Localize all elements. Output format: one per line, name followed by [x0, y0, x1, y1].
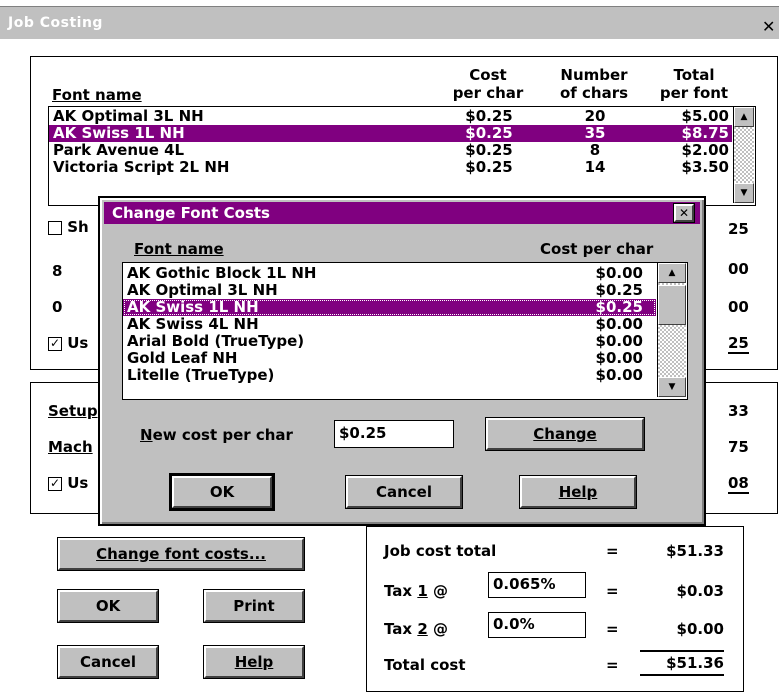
- change-font-costs-dialog: Change Font Costs ✕ Font name Cost per c…: [98, 196, 706, 526]
- list-item[interactable]: AK Gothic Block 1L NH $0.00: [123, 265, 656, 282]
- equals-sign: =: [606, 620, 619, 638]
- partial-value: 00: [728, 260, 749, 278]
- dialog-list-scrollbar[interactable]: ▲ ▼: [657, 263, 686, 397]
- col-header-cost: Cost per char: [452, 66, 524, 102]
- setup-label: Setup: [48, 402, 98, 420]
- total-cost-label: Total cost: [384, 656, 466, 674]
- cancel-button[interactable]: Cancel: [58, 646, 158, 678]
- tax1-rate-field[interactable]: 0.065%: [488, 572, 586, 598]
- list-item[interactable]: AK Swiss 4L NH $0.00: [123, 316, 656, 333]
- window-titlebar: Job Costing ✕: [0, 6, 779, 39]
- font-list[interactable]: AK Optimal 3L NH $0.25 20 $5.00 AK Swiss…: [48, 106, 756, 206]
- scroll-up-icon[interactable]: ▲: [734, 107, 754, 127]
- print-button[interactable]: Print: [204, 590, 304, 622]
- partial-value: 08: [728, 474, 749, 494]
- partial-value: 25: [728, 334, 749, 354]
- scroll-down-icon[interactable]: ▼: [658, 377, 686, 397]
- partial-value: 75: [728, 438, 749, 456]
- total-cost-value: $51.36: [640, 650, 724, 676]
- dialog-title: Change Font Costs: [112, 204, 270, 222]
- font-list-scrollbar[interactable]: ▲ ▼: [733, 107, 754, 203]
- partial-value: 25: [728, 220, 749, 238]
- tax1-value: $0.03: [676, 582, 724, 600]
- job-cost-total-label: Job cost total: [384, 542, 497, 560]
- list-item-selected[interactable]: AK Swiss 1L NH $0.25: [123, 299, 656, 316]
- list-item[interactable]: Arial Bold (TrueType) $0.00: [123, 333, 656, 350]
- table-row[interactable]: AK Optimal 3L NH $0.25 20 $5.00: [49, 108, 732, 125]
- new-cost-label: New cost per char: [140, 426, 293, 444]
- tax1-label: Tax 1 @: [384, 582, 448, 600]
- ok-button[interactable]: OK: [58, 590, 158, 622]
- equals-sign: =: [606, 656, 619, 674]
- change-button[interactable]: Change: [486, 418, 644, 450]
- close-icon[interactable]: ✕: [674, 204, 694, 222]
- equals-sign: =: [606, 582, 619, 600]
- change-font-costs-button[interactable]: Change font costs...: [58, 538, 304, 570]
- scroll-down-icon[interactable]: ▼: [734, 183, 754, 203]
- new-cost-input[interactable]: $0.25: [334, 420, 454, 448]
- table-row-selected[interactable]: AK Swiss 1L NH $0.25 35 $8.75: [49, 125, 732, 142]
- col-header-chars: Number of chars: [559, 66, 629, 102]
- dialog-titlebar: Change Font Costs ✕: [104, 202, 700, 224]
- table-row[interactable]: Victoria Script 2L NH $0.25 14 $3.50: [49, 159, 732, 176]
- dialog-help-button[interactable]: Help: [520, 476, 636, 508]
- equals-sign: =: [606, 542, 619, 560]
- list-item[interactable]: Litelle (TrueType) $0.00: [123, 367, 656, 384]
- list-item[interactable]: AK Optimal 3L NH $0.25: [123, 282, 656, 299]
- table-row[interactable]: Park Avenue 4L $0.25 8 $2.00: [49, 142, 732, 159]
- tax2-label: Tax 2 @: [384, 620, 448, 638]
- window-title: Job Costing: [8, 15, 103, 31]
- dialog-ok-button[interactable]: OK: [169, 473, 275, 511]
- dialog-cancel-button[interactable]: Cancel: [346, 476, 462, 508]
- dialog-col-cost: Cost per char: [540, 240, 654, 258]
- value-8: 8: [52, 262, 63, 280]
- partial-value: 33: [728, 402, 749, 420]
- dialog-font-list[interactable]: AK Gothic Block 1L NH $0.00 AK Optimal 3…: [122, 262, 688, 400]
- col-header-total: Total per font: [659, 66, 729, 102]
- tax2-rate-field[interactable]: 0.0%: [488, 612, 586, 638]
- close-icon[interactable]: ✕: [762, 17, 775, 36]
- job-cost-total-value: $51.33: [666, 542, 724, 560]
- list-item[interactable]: Gold Leaf NH $0.00: [123, 350, 656, 367]
- scroll-thumb[interactable]: [658, 285, 686, 325]
- dialog-col-font-name: Font name: [134, 240, 224, 258]
- show-checkbox[interactable]: Sh: [48, 218, 89, 236]
- partial-value: 00: [728, 298, 749, 316]
- help-button[interactable]: Help: [204, 646, 304, 678]
- machine-label: Mach: [48, 438, 93, 456]
- col-header-font-name: Font name: [52, 86, 142, 104]
- value-0: 0: [52, 298, 63, 316]
- use-checkbox-2[interactable]: ✓ Us: [48, 474, 88, 492]
- scroll-up-icon[interactable]: ▲: [658, 263, 686, 283]
- use-checkbox[interactable]: ✓ Us: [48, 334, 88, 352]
- tax2-value: $0.00: [676, 620, 724, 638]
